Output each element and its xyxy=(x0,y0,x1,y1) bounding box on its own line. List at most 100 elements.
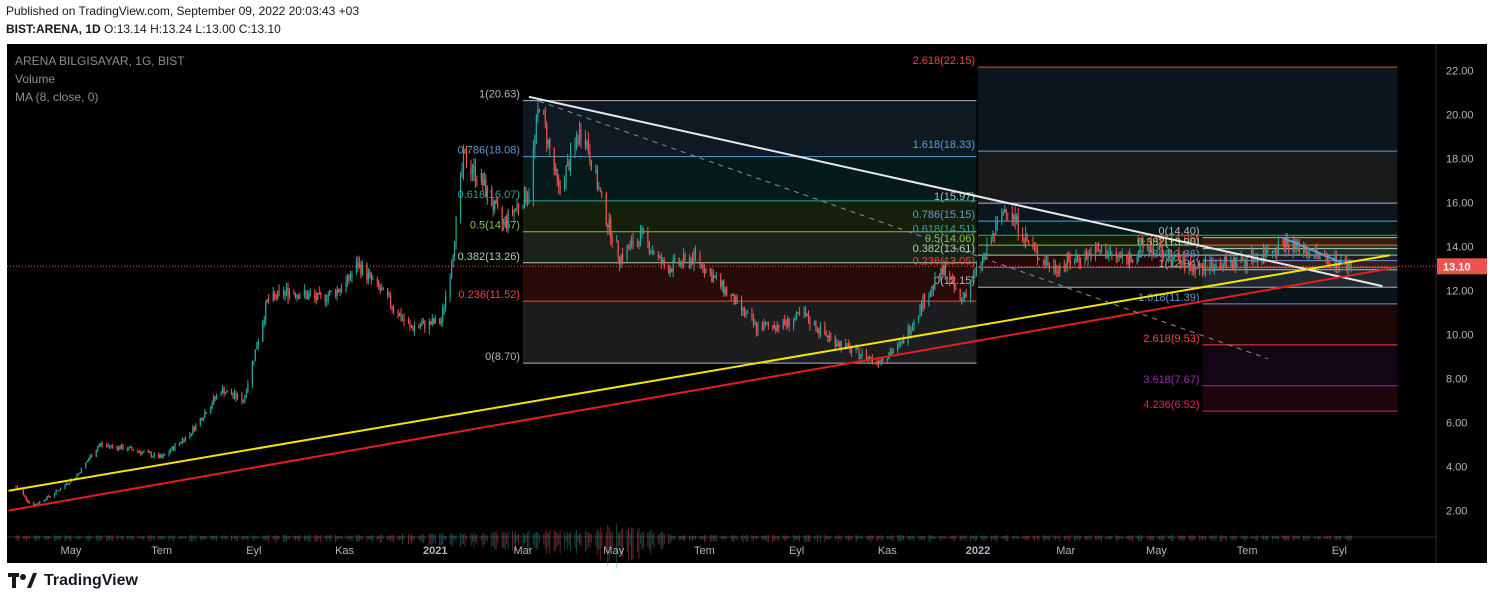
candle-body xyxy=(119,446,121,450)
volume-bar xyxy=(565,535,567,542)
candle-body xyxy=(511,210,514,214)
candle-body xyxy=(1047,261,1049,266)
volume-bar xyxy=(495,531,497,550)
volume-bar xyxy=(372,534,374,542)
candle-body xyxy=(996,220,998,225)
candle-body xyxy=(476,180,478,182)
volume-bar xyxy=(596,529,598,555)
volume-bar xyxy=(513,534,515,544)
candle-body xyxy=(1271,251,1274,254)
candle-body xyxy=(1157,247,1159,249)
time-axis[interactable]: May Tem Eyl Kas 2021 Mar May Tem Eyl Kas 2022 Mar Ma… xyxy=(61,545,1347,557)
candle-body xyxy=(846,343,848,345)
volume-bar xyxy=(1121,536,1123,540)
volume-bar xyxy=(106,535,108,542)
candle-body xyxy=(1253,258,1256,262)
candle-body xyxy=(149,452,151,454)
volume-bar xyxy=(1309,536,1311,539)
candle-body xyxy=(662,259,664,264)
candle-body xyxy=(577,140,579,145)
volume-bar xyxy=(897,535,899,542)
volume-bar xyxy=(813,535,815,540)
volume-bar xyxy=(962,535,964,540)
candle-body xyxy=(162,454,164,458)
volume-bar xyxy=(190,535,192,542)
volume-bar xyxy=(1080,536,1082,539)
price-tick-label: 22.00 xyxy=(1446,65,1474,77)
candle-body xyxy=(879,361,881,364)
candle-body xyxy=(245,392,248,396)
candle-body xyxy=(85,462,87,468)
volume-bar xyxy=(799,535,801,542)
candle-body xyxy=(754,323,756,325)
candle-body xyxy=(1090,253,1092,260)
volume-bar xyxy=(733,535,735,542)
fib-retracement-band xyxy=(522,231,977,263)
candle-body xyxy=(459,175,462,217)
candle-body xyxy=(256,346,258,350)
candle-body xyxy=(1130,253,1132,260)
candle-body xyxy=(1170,259,1172,266)
candle-body xyxy=(1038,257,1040,261)
volume-bar xyxy=(1191,535,1193,541)
candle-body xyxy=(1167,249,1169,258)
price-tick-label: 10.00 xyxy=(1446,330,1474,342)
candle-body xyxy=(369,272,371,274)
volume-bar xyxy=(345,536,347,539)
candle-body xyxy=(152,456,154,458)
volume-bar xyxy=(907,535,909,541)
price-tick-label: 4.00 xyxy=(1446,462,1467,474)
candle-body xyxy=(174,444,176,450)
volume-bar xyxy=(525,534,527,543)
volume-bar xyxy=(724,535,726,541)
volume-bar xyxy=(922,535,924,540)
candle-body xyxy=(106,445,108,447)
price-chart[interactable]: 1(20.63)0.786(18.08)0.618(16.07)0.5(14.6… xyxy=(0,0,1492,601)
time-tick-label: 2022 xyxy=(966,545,990,557)
candle-body xyxy=(109,445,111,447)
candle-body xyxy=(990,240,992,244)
volume-bar xyxy=(1004,535,1006,540)
volume-bar xyxy=(137,536,139,539)
volume-bar xyxy=(721,535,723,541)
volume-bar xyxy=(141,536,143,539)
volume-bar xyxy=(672,536,674,540)
volume-bar xyxy=(451,533,453,546)
volume-bar xyxy=(1193,535,1195,541)
candle-body xyxy=(514,208,517,210)
volume-bar xyxy=(1283,535,1285,541)
volume-bar xyxy=(278,535,280,540)
candle-body xyxy=(58,490,60,492)
candle-body xyxy=(1242,256,1244,261)
candle-body xyxy=(308,294,310,300)
candle-body xyxy=(482,173,484,186)
volume-bar xyxy=(650,529,652,555)
volume-bar xyxy=(1109,535,1111,540)
candle-body xyxy=(403,318,405,321)
candle-body xyxy=(1273,250,1275,252)
volume-bar xyxy=(431,533,433,545)
volume-bar xyxy=(1016,536,1018,539)
candle-body xyxy=(723,280,725,294)
candle-body xyxy=(201,418,203,421)
volume-bar xyxy=(147,535,149,542)
volume-bar xyxy=(692,535,694,541)
volume-bar xyxy=(1329,535,1331,541)
volume-bar xyxy=(27,536,29,539)
volume-bar xyxy=(236,535,238,541)
volume-bar xyxy=(742,534,744,543)
candle-body xyxy=(818,330,820,334)
candle-body xyxy=(268,298,270,301)
candle-body xyxy=(782,319,784,329)
candle-body xyxy=(1017,215,1019,234)
volume-bar xyxy=(544,532,546,549)
volume-bar xyxy=(445,535,447,540)
candle-body xyxy=(1169,249,1171,260)
volume-bar xyxy=(861,536,863,540)
candle-body xyxy=(164,454,166,456)
volume-bar xyxy=(1048,535,1050,541)
volume-bar xyxy=(851,535,853,540)
candle-body xyxy=(638,241,640,247)
volume-bar xyxy=(293,536,295,540)
candle-body xyxy=(952,278,954,280)
